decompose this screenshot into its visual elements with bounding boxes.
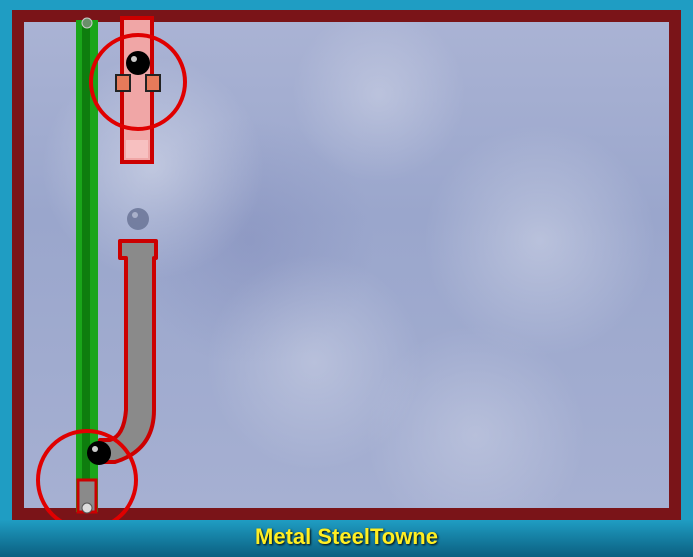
level-title: Metal SteelTowne — [255, 524, 438, 549]
right-block — [145, 74, 161, 92]
rail-bottom-anchor — [81, 502, 93, 514]
green-rail[interactable] — [76, 20, 98, 514]
lower-pipe[interactable] — [98, 239, 158, 464]
lower-ball[interactable] — [87, 441, 111, 465]
rail-top-anchor — [81, 17, 93, 29]
game-scene — [36, 16, 187, 531]
upper-ball[interactable] — [126, 51, 150, 75]
ghost-ball — [127, 208, 149, 230]
left-block — [115, 74, 131, 92]
